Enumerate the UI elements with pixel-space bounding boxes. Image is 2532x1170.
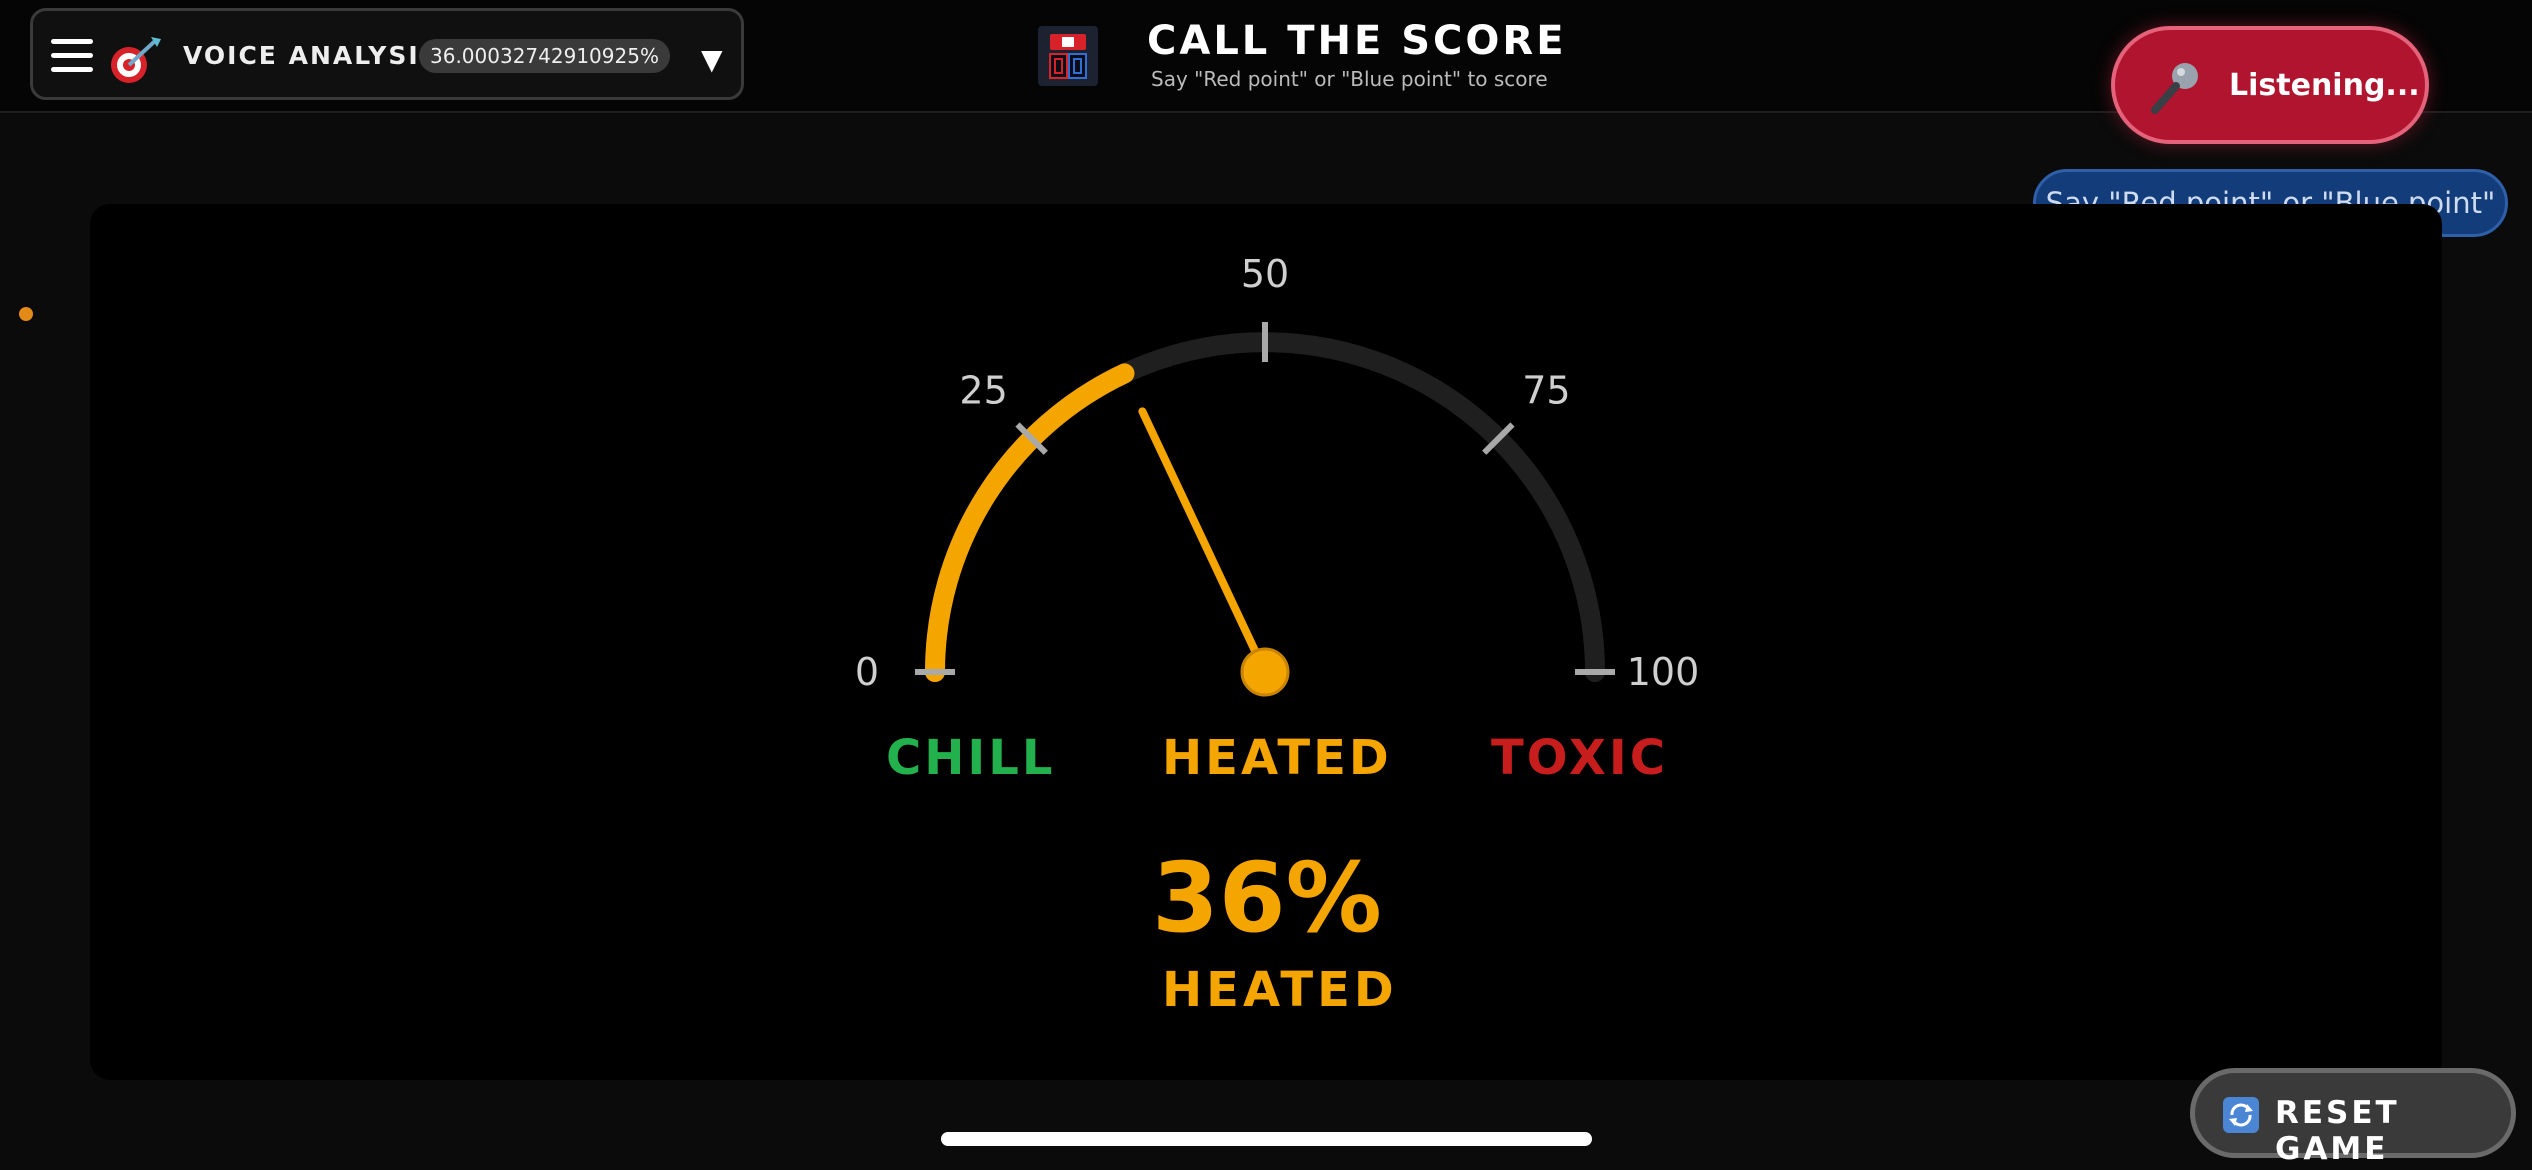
status-label: HEATED	[1162, 962, 1398, 1018]
zone-label-heated: HEATED	[1162, 730, 1392, 786]
gauge-tick-label: 50	[1241, 252, 1289, 296]
gauge-ticks	[915, 322, 1615, 675]
gauge-tick-labels: 0 25 50 75 100	[855, 252, 1699, 694]
gauge-tick-label: 75	[1522, 369, 1570, 413]
refresh-icon	[2223, 1097, 2259, 1133]
reset-game-button[interactable]: RESET GAME	[2190, 1068, 2516, 1167]
gauge-needle-hub	[1240, 647, 1290, 697]
gauge-fill	[925, 363, 1135, 682]
gauge-track	[925, 332, 1605, 682]
home-indicator	[941, 1132, 1592, 1146]
gauge-tick-label: 100	[1627, 650, 1700, 694]
gauge-tick-label: 25	[959, 369, 1007, 413]
zone-label-toxic: TOXIC	[1491, 730, 1668, 786]
reset-game-label: RESET GAME	[2275, 1095, 2400, 1167]
zone-label-chill: CHILL	[886, 730, 1056, 786]
gauge-tick-label: 0	[855, 650, 879, 694]
gauge-needle	[1138, 407, 1269, 676]
percent-display: 36%	[1152, 842, 1382, 954]
